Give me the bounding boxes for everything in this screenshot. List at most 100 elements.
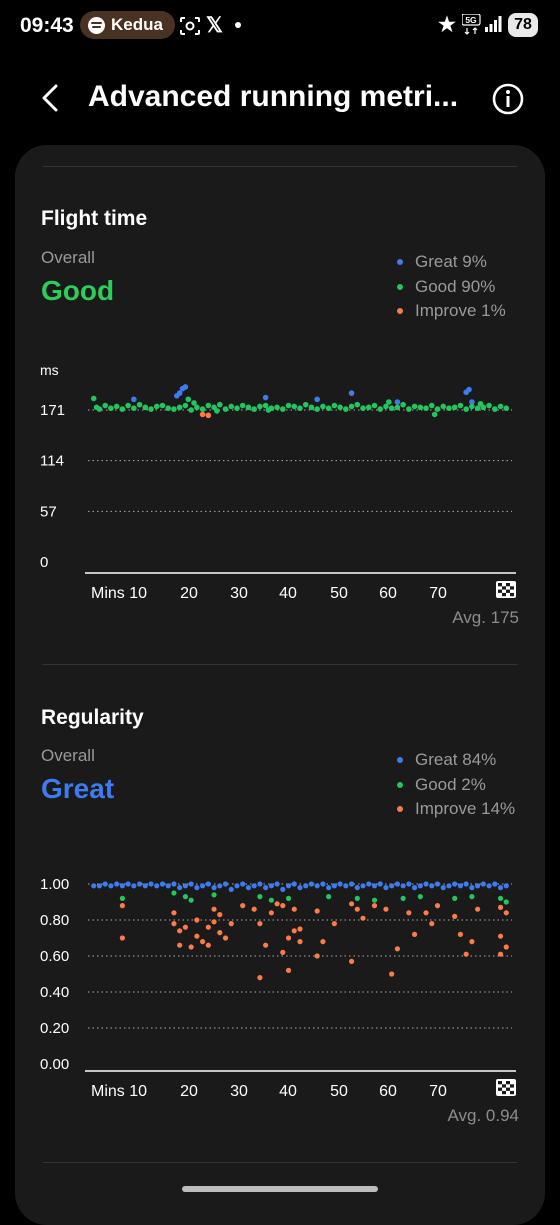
- data-point-good: [216, 401, 223, 408]
- data-point-improve: [348, 958, 355, 964]
- data-point-good: [440, 403, 447, 410]
- data-point-good: [182, 894, 189, 900]
- data-point-improve: [228, 921, 234, 927]
- data-point-great: [234, 883, 240, 889]
- x-tick-label: 70: [429, 585, 447, 600]
- data-point-good: [222, 406, 229, 412]
- data-point-good: [297, 405, 303, 412]
- data-point-good: [274, 404, 280, 411]
- data-point-improve: [274, 901, 280, 907]
- legend-item-improve: Improve 1%: [397, 299, 506, 324]
- legend-label: Improve 1%: [415, 301, 506, 321]
- y-tick-label: 0.60: [40, 948, 69, 965]
- overall-rating: Great: [41, 773, 115, 804]
- data-point-great: [475, 883, 481, 889]
- data-point-good: [188, 897, 194, 903]
- y-tick-label: 0: [40, 554, 48, 571]
- y-tick-label: 57: [40, 503, 57, 520]
- data-point-good: [371, 897, 378, 903]
- data-point-improve: [285, 967, 292, 973]
- data-point-good: [388, 405, 395, 412]
- data-point-great: [136, 881, 143, 887]
- data-point-good: [431, 411, 438, 418]
- legend-item-great: Great 9%: [397, 250, 506, 275]
- data-point-great: [463, 881, 469, 887]
- info-button[interactable]: [491, 82, 525, 116]
- data-point-good: [400, 895, 406, 901]
- x-tick-label: 30: [230, 1083, 248, 1100]
- data-point-great: [411, 885, 418, 891]
- data-point-good: [503, 405, 510, 412]
- data-point-improve: [280, 903, 286, 909]
- data-point-improve: [429, 921, 435, 927]
- data-point-improve: [320, 939, 326, 945]
- data-point-improve: [171, 910, 177, 916]
- legend-dot: [397, 308, 403, 315]
- data-point-great: [320, 881, 326, 887]
- data-point-good: [434, 406, 441, 412]
- x-tick-label: 50: [330, 1083, 348, 1100]
- data-point-great: [297, 885, 303, 891]
- x-tick-label: Mins 10: [91, 1083, 147, 1100]
- section-title: Flight time: [41, 207, 148, 230]
- data-point-great: [366, 881, 372, 887]
- data-point-great: [154, 883, 160, 889]
- data-point-good: [102, 402, 108, 409]
- data-point-good: [171, 890, 177, 896]
- data-point-great: [291, 881, 297, 887]
- network-label: 5G: [465, 15, 477, 25]
- data-point-good: [90, 395, 97, 402]
- data-point-great: [182, 883, 189, 889]
- x-tick-label: 60: [379, 1083, 397, 1100]
- data-point-good: [446, 405, 452, 412]
- x-tick-label: 60: [379, 585, 397, 600]
- data-point-good: [268, 897, 274, 903]
- screenshot-icon: [180, 17, 200, 35]
- data-point-great: [497, 885, 504, 891]
- data-point-good: [176, 404, 183, 411]
- x-tick-label: 70: [429, 1083, 447, 1100]
- unit-label: ms: [40, 362, 59, 378]
- y-tick-label: 114: [40, 453, 64, 470]
- flight-time-chart[interactable]: ms 171 114 57 0 Mins 10 20 30 40 50 60 70: [0, 350, 560, 600]
- data-point-great: [222, 881, 229, 887]
- data-point-great: [423, 881, 429, 887]
- divider: [43, 166, 517, 167]
- data-point-good: [205, 402, 212, 409]
- data-point-good: [148, 406, 154, 412]
- data-point-improve: [463, 951, 469, 957]
- legend-dot: [397, 806, 403, 813]
- data-point-great: [217, 883, 223, 889]
- x-tick-label: 40: [279, 1083, 297, 1100]
- data-point-good: [360, 405, 366, 412]
- data-point-good: [185, 396, 192, 403]
- data-point-good: [417, 894, 423, 900]
- data-point-good: [159, 402, 166, 409]
- data-point-great: [159, 881, 166, 887]
- regularity-chart[interactable]: 1.00 0.80 0.60 0.40 0.20 0.00 Mins 10 20 30 40 50 6…: [0, 860, 560, 1100]
- data-point-good: [188, 407, 194, 413]
- data-point-improve: [263, 942, 269, 948]
- data-point-great: [486, 883, 492, 889]
- data-point-improve: [119, 935, 125, 941]
- data-point-improve: [217, 930, 223, 936]
- data-point-great: [131, 396, 137, 403]
- data-point-improve: [171, 921, 177, 927]
- page-title: Advanced running metri...: [88, 80, 459, 113]
- data-point-great: [343, 883, 349, 889]
- data-point-great: [337, 881, 343, 887]
- home-indicator[interactable]: [182, 1186, 378, 1192]
- legend-dot: [397, 757, 403, 764]
- data-point-good: [406, 406, 412, 412]
- data-point-great: [114, 881, 120, 887]
- divider: [43, 664, 517, 665]
- data-point-great: [102, 881, 108, 887]
- data-point-good: [423, 405, 429, 412]
- data-point-improve: [119, 903, 125, 909]
- spotify-now-playing-chip[interactable]: Kedua: [80, 11, 175, 39]
- data-point-improve: [394, 946, 401, 952]
- data-point-great: [314, 396, 320, 403]
- data-point-great: [417, 883, 423, 889]
- back-button[interactable]: [36, 82, 68, 114]
- data-point-great: [274, 881, 280, 887]
